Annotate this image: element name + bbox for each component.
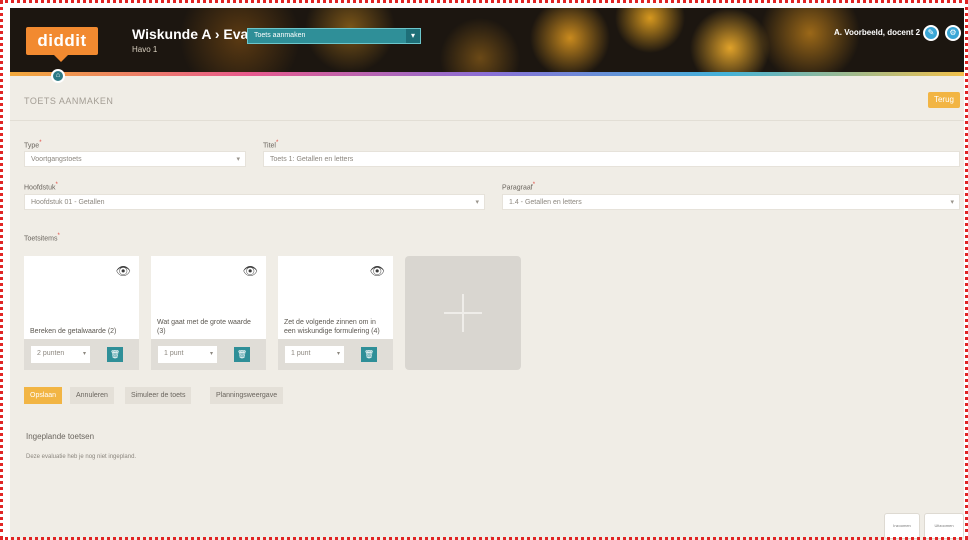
paragraaf-select-value: 1.4 - Getallen en letters <box>509 199 582 206</box>
points-value: 1 punt <box>291 350 311 357</box>
hoofdstuk-select[interactable]: Hoofdstuk 01 - Getallen ▾ <box>24 194 485 210</box>
divider <box>10 120 964 121</box>
delete-icon[interactable]: 🗑 <box>234 347 250 362</box>
points-value: 1 punt <box>164 350 184 357</box>
add-toetsitem-button[interactable] <box>405 256 521 370</box>
simulate-button[interactable]: Simuleer de toets <box>125 387 192 404</box>
chevron-down-icon[interactable]: ▾ <box>406 29 420 43</box>
chevron-down-icon: ▾ <box>236 156 240 163</box>
points-value: 2 punten <box>37 350 65 357</box>
chevron-down-icon: ▾ <box>209 351 213 357</box>
edit-icon[interactable]: ✎ <box>923 25 939 41</box>
eye-icon[interactable]: 👁 <box>243 264 258 278</box>
type-select-value: Voortgangstoets <box>31 156 82 163</box>
hoofdstuk-select-value: Hoofdstuk 01 - Getallen <box>31 199 105 206</box>
diddit-logo[interactable]: diddit <box>26 27 98 62</box>
toetsitem-card[interactable]: 👁 Bereken de getalwaarde (2) 2 punten ▾ 🗑 <box>24 256 139 370</box>
home-icon[interactable]: ⌂ <box>51 69 65 83</box>
planned-tests-text: Deze evaluatie heb je nog niet ingepland… <box>26 454 137 460</box>
titel-input[interactable]: Toets 1: Getallen en letters <box>263 151 960 167</box>
save-button[interactable]: Opslaan <box>24 387 63 404</box>
points-select[interactable]: 1 punt ▾ <box>285 346 344 363</box>
chevron-down-icon: ▾ <box>475 199 479 206</box>
planning-button[interactable]: Planningsweergave <box>210 387 284 404</box>
chevron-down-icon: ▾ <box>336 351 340 357</box>
page-select-value: Toets aanmaken <box>254 32 306 39</box>
delete-icon[interactable]: 🗑 <box>107 347 123 362</box>
toetsitem-footer: 1 punt ▾ 🗑 <box>278 339 393 370</box>
planned-tests-title: Ingeplande toetsen <box>26 432 95 441</box>
toetsitem-card[interactable]: 👁 Wat gaat met de grote waarde (3) 1 pun… <box>151 256 266 370</box>
toetsitem-text: Bereken de getalwaarde (2) <box>30 328 117 335</box>
settings-icon[interactable]: ⚙ <box>945 25 961 41</box>
titel-input-value: Toets 1: Getallen en letters <box>270 156 354 163</box>
toetsitem-card[interactable]: 👁 Zet de volgende zinnen om in een wisku… <box>278 256 393 370</box>
cancel-button[interactable]: Annuleren <box>70 387 114 404</box>
paragraaf-select[interactable]: 1.4 - Getallen en letters ▾ <box>502 194 960 210</box>
eye-icon[interactable]: 👁 <box>116 264 131 278</box>
toetsitem-text: Wat gaat met de grote waarde (3) <box>157 319 251 335</box>
paragraaf-label: Paragraaf* <box>502 182 536 192</box>
chevron-down-icon: ▾ <box>950 199 954 206</box>
type-label: Type* <box>24 140 42 150</box>
chevron-down-icon: ▾ <box>82 351 86 357</box>
zoom-in-button[interactable]: Inzoomen <box>884 513 920 539</box>
zoom-out-button[interactable]: Uitzoomen <box>924 513 964 539</box>
hoofdstuk-label: Hoofdstuk* <box>24 182 58 192</box>
eye-icon[interactable]: 👁 <box>370 264 385 278</box>
toetsitem-text: Zet de volgende zinnen om in een wiskund… <box>284 319 380 335</box>
toetsitem-footer: 2 punten ▾ 🗑 <box>24 339 139 370</box>
toetsitem-footer: 1 punt ▾ 🗑 <box>151 339 266 370</box>
scroll-indicator: • <box>490 533 493 540</box>
toetsitems-label: Toetsitems* <box>24 233 60 243</box>
breadcrumb-subtitle: Havo 1 <box>132 45 158 54</box>
back-button[interactable]: Terug <box>928 92 960 108</box>
type-select[interactable]: Voortgangstoets ▾ <box>24 151 246 167</box>
page-title: TOETS AANMAKEN <box>24 96 114 106</box>
delete-icon[interactable]: 🗑 <box>361 347 377 362</box>
points-select[interactable]: 2 punten ▾ <box>31 346 90 363</box>
points-select[interactable]: 1 punt ▾ <box>158 346 217 363</box>
titel-label: Titel* <box>263 140 279 150</box>
header-banner <box>10 8 964 76</box>
user-name[interactable]: A. Voorbeeld, docent 2 <box>834 28 920 37</box>
page-select-dropdown[interactable]: Toets aanmaken ▾ <box>247 28 421 44</box>
